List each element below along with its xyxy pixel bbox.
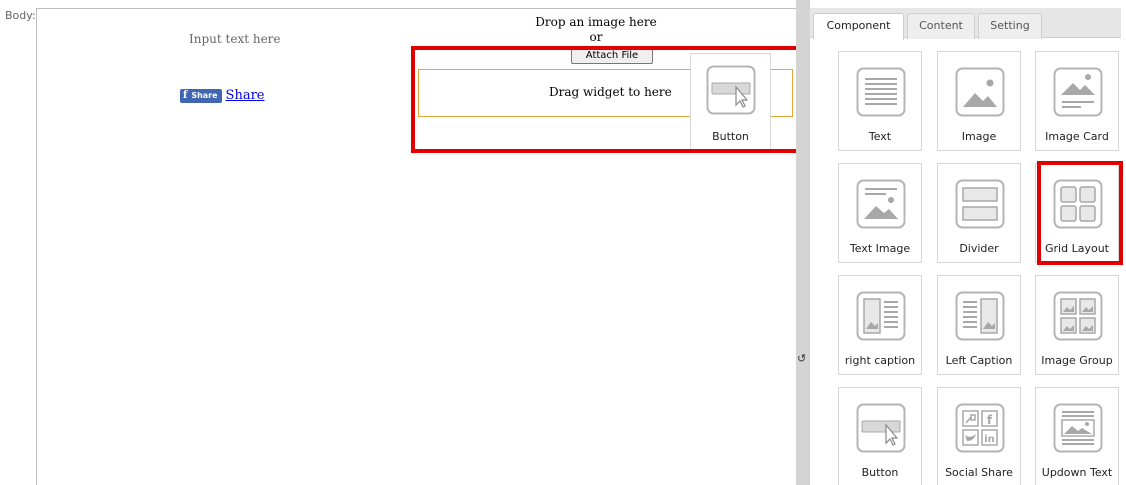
text-icon	[856, 67, 906, 117]
updown-text-icon	[1053, 403, 1103, 453]
right-caption-icon	[856, 291, 906, 341]
widget-text-image[interactable]: Text Image	[838, 163, 922, 263]
widget-text[interactable]: Text	[838, 51, 922, 151]
input-text-placeholder[interactable]: Input text here	[189, 32, 281, 46]
widget-label: Image Group	[1041, 354, 1113, 367]
facebook-share-button[interactable]: f Share	[180, 88, 222, 103]
widget-image[interactable]: Image	[937, 51, 1021, 151]
body-label: Body:	[5, 9, 36, 22]
drop-image-text: Drop an image here	[535, 15, 657, 29]
panel-splitter[interactable]	[796, 0, 810, 485]
facebook-share-label: Share	[191, 91, 218, 100]
widget-label: Image	[961, 130, 997, 143]
svg-text:in: in	[984, 434, 995, 445]
text-image-icon	[856, 179, 906, 229]
widget-divider[interactable]: Divider	[937, 163, 1021, 263]
widget-updown-text[interactable]: Updown Text	[1035, 387, 1119, 485]
tab-component[interactable]: Component	[813, 13, 904, 40]
widget-label: Text	[868, 130, 892, 143]
widget-button[interactable]: Button	[838, 387, 922, 485]
widget-label: Button	[861, 466, 899, 479]
tab-content[interactable]: Content	[907, 13, 975, 39]
button-icon	[856, 403, 906, 453]
share-link[interactable]: Share	[226, 88, 265, 103]
left-caption-icon	[955, 291, 1005, 341]
divider-icon	[955, 179, 1005, 229]
widget-left-caption[interactable]: Left Caption	[937, 275, 1021, 375]
resize-handle-icon[interactable]: ↺	[797, 352, 806, 365]
widget-label: Social Share	[945, 466, 1013, 479]
highlight-box-grid-layout	[1037, 161, 1123, 265]
widget-label: Text Image	[849, 242, 911, 255]
facebook-icon: f	[183, 90, 188, 101]
widget-label: Image Card	[1045, 130, 1109, 143]
widget-label: Updown Text	[1041, 466, 1113, 479]
image-group-icon	[1053, 291, 1103, 341]
drop-or-text: or	[589, 30, 603, 44]
image-icon	[955, 67, 1005, 117]
widget-label: right caption	[844, 354, 916, 367]
share-row: f Share Share	[180, 88, 264, 103]
widget-social-share[interactable]: f in Social Share	[937, 387, 1021, 485]
highlight-box-drop-zone	[411, 46, 801, 153]
widget-image-group[interactable]: Image Group	[1035, 275, 1119, 375]
image-card-icon	[1053, 67, 1103, 117]
widget-image-card[interactable]: Image Card	[1035, 51, 1119, 151]
social-share-icon: f in	[955, 403, 1005, 453]
widget-label: Divider	[959, 242, 999, 255]
widget-label: Left Caption	[945, 354, 1013, 367]
tab-setting[interactable]: Setting	[978, 13, 1042, 39]
svg-text:f: f	[987, 413, 993, 427]
widget-right-caption[interactable]: right caption	[838, 275, 922, 375]
